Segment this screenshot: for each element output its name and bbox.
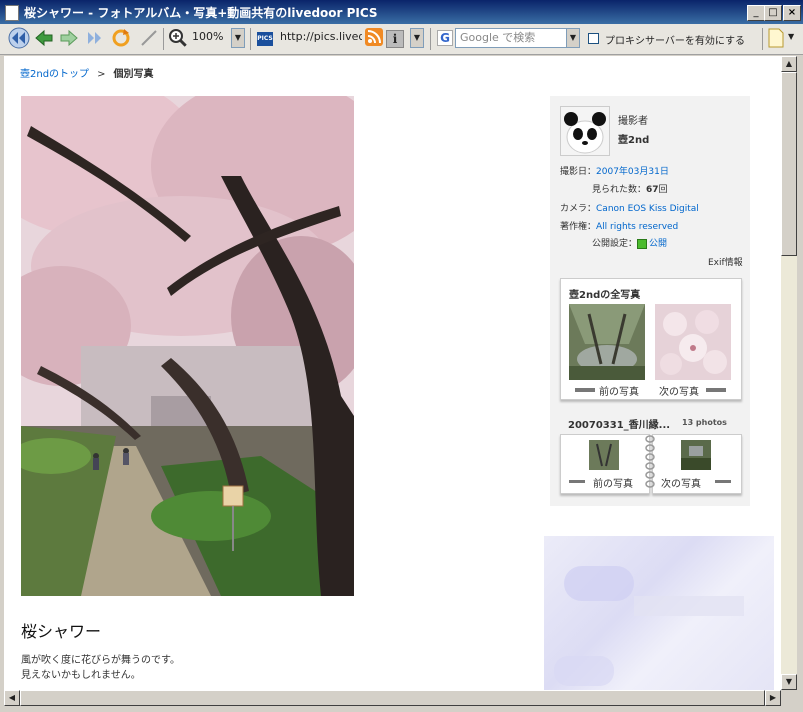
- description-line: 風が吹く度に花びらが舞うのです。: [21, 655, 180, 666]
- privacy-label: 公開設定：: [592, 239, 638, 249]
- horizontal-scrollbar[interactable]: ◀ ▶: [4, 690, 781, 706]
- address-field[interactable]: http://pics.livedo: [276, 28, 362, 48]
- binder-rings-icon: [645, 435, 655, 488]
- scroll-up-button[interactable]: ▲: [781, 56, 797, 72]
- fast-forward-icon[interactable]: [84, 27, 106, 49]
- pics-favicon: PICS: [257, 32, 273, 46]
- copyright-link[interactable]: All rights reserved: [596, 222, 678, 232]
- document-icon: [5, 5, 19, 21]
- copyright-label: 著作権：: [560, 222, 597, 232]
- page-icon[interactable]: [767, 28, 785, 48]
- photo-description: 風が吹く度に花びらが舞うのです。 見えないかもしれません。: [21, 653, 180, 683]
- breadcrumb-separator: >: [97, 69, 106, 80]
- scroll-right-button[interactable]: ▶: [765, 690, 781, 706]
- date-row: 撮影日：2007年03月31日: [560, 164, 669, 177]
- forward-arrow-icon[interactable]: [58, 27, 80, 49]
- camera-link[interactable]: Canon EOS Kiss Digital: [596, 204, 699, 214]
- breadcrumb-current: 個別写真: [113, 69, 154, 80]
- photo-title: 桜シャワー: [21, 622, 102, 641]
- prev-arrow-icon: [575, 388, 595, 392]
- views-label: 見られた数：: [592, 185, 647, 195]
- all-photos-title[interactable]: 壺2ndの全写真: [569, 286, 640, 301]
- next-photo-thumbnail[interactable]: [655, 304, 731, 380]
- privacy-row: 公開設定： 公開: [592, 236, 667, 249]
- zoom-icon[interactable]: [167, 27, 189, 49]
- title-bar: 桜シャワー - フォトアルバム・写真+動画共有のlivedoor PICS _ …: [0, 0, 803, 24]
- exif-link[interactable]: Exif情報: [708, 255, 743, 268]
- info-dropdown[interactable]: ▼: [410, 28, 424, 48]
- camera-row: カメラ：Canon EOS Kiss Digital: [560, 201, 699, 214]
- refresh-icon[interactable]: [110, 27, 132, 49]
- back-arrow-icon[interactable]: [33, 27, 55, 49]
- date-label: 撮影日：: [560, 167, 597, 177]
- page-menu-arrow[interactable]: ▼: [788, 32, 794, 41]
- photographer-link[interactable]: 壺2nd: [618, 131, 649, 146]
- proxy-checkbox[interactable]: [588, 33, 599, 44]
- maximize-button[interactable]: □: [764, 5, 782, 21]
- blurred-ad[interactable]: [544, 536, 774, 690]
- album-next-thumbnail[interactable]: [681, 440, 711, 470]
- next-arrow-icon: [706, 388, 726, 392]
- album-next-arrow-icon: [715, 480, 731, 483]
- breadcrumb: 壺2ndのトップ > 個別写真: [20, 65, 153, 80]
- album-count: 13 photos: [682, 418, 727, 427]
- description-line: 見えないかもしれません。: [21, 670, 141, 681]
- minimize-button[interactable]: _: [747, 5, 765, 21]
- google-g-icon: G: [437, 30, 453, 46]
- album-prev-thumbnail[interactable]: [589, 440, 619, 470]
- panda-avatar-icon: [561, 107, 609, 155]
- search-placeholder: で検索: [502, 31, 536, 44]
- date-link[interactable]: 2007年03月31日: [596, 167, 669, 177]
- zoom-level: 100%: [192, 30, 224, 43]
- album-prev-card: 前の写真: [560, 434, 650, 494]
- copyright-row: 著作権：All rights reserved: [560, 219, 678, 232]
- rewind-icon[interactable]: [8, 27, 30, 49]
- album-link[interactable]: 20070331_香川縁...: [568, 416, 670, 431]
- all-photos-card: 壺2ndの全写真 前の写真 次の写真: [560, 278, 742, 400]
- album-prev-arrow-icon: [569, 480, 585, 483]
- album-prev-link[interactable]: 前の写真: [593, 475, 633, 490]
- main-photo[interactable]: [21, 96, 354, 596]
- breadcrumb-home-link[interactable]: 壺2ndのトップ: [20, 69, 89, 80]
- vertical-scroll-thumb[interactable]: [781, 72, 797, 256]
- search-input[interactable]: Google で検索: [455, 28, 567, 48]
- photo-info-panel: 撮影者 壺2nd 撮影日：2007年03月31日 見られた数：67回 カメラ：C…: [550, 96, 750, 506]
- views-row: 見られた数：67回: [592, 182, 668, 195]
- horizontal-scroll-thumb[interactable]: [20, 690, 765, 706]
- privacy-link[interactable]: 公開: [649, 239, 667, 249]
- views-unit: 回: [658, 185, 668, 195]
- camera-label: カメラ：: [560, 204, 597, 214]
- search-engine-label: Google: [460, 31, 499, 44]
- scroll-left-button[interactable]: ◀: [4, 690, 20, 706]
- rss-icon[interactable]: [365, 28, 383, 46]
- album-next-link[interactable]: 次の写真: [661, 475, 701, 490]
- vertical-scrollbar[interactable]: ▲ ▼: [781, 56, 797, 690]
- info-icon[interactable]: i: [386, 30, 404, 48]
- search-dropdown[interactable]: ▼: [566, 28, 580, 48]
- close-button[interactable]: ×: [783, 5, 801, 21]
- window-title: 桜シャワー - フォトアルバム・写真+動画共有のlivedoor PICS: [24, 6, 378, 20]
- zoom-dropdown[interactable]: ▼: [231, 28, 245, 48]
- prev-photo-thumbnail[interactable]: [569, 304, 645, 380]
- prev-photo-link[interactable]: 前の写真: [599, 383, 639, 398]
- public-status-icon: [637, 238, 648, 249]
- views-count: 67: [646, 185, 659, 195]
- scrollbar-corner: [781, 690, 797, 706]
- proxy-label: プロキシサーバーを有効にする: [605, 36, 745, 47]
- page-content: 壺2ndのトップ > 個別写真 桜シャワー 風が吹く度に花びらが舞うのです。 見えな…: [4, 56, 781, 690]
- avatar[interactable]: [560, 106, 610, 156]
- browser-toolbar: 100% ▼ PICS http://pics.livedo i ▼ G Goo…: [0, 24, 803, 55]
- stop-icon[interactable]: [138, 27, 160, 49]
- photographer-label: 撮影者: [618, 116, 648, 127]
- album-next-card: 次の写真: [652, 434, 742, 494]
- next-photo-link[interactable]: 次の写真: [659, 383, 699, 398]
- scroll-down-button[interactable]: ▼: [781, 674, 797, 690]
